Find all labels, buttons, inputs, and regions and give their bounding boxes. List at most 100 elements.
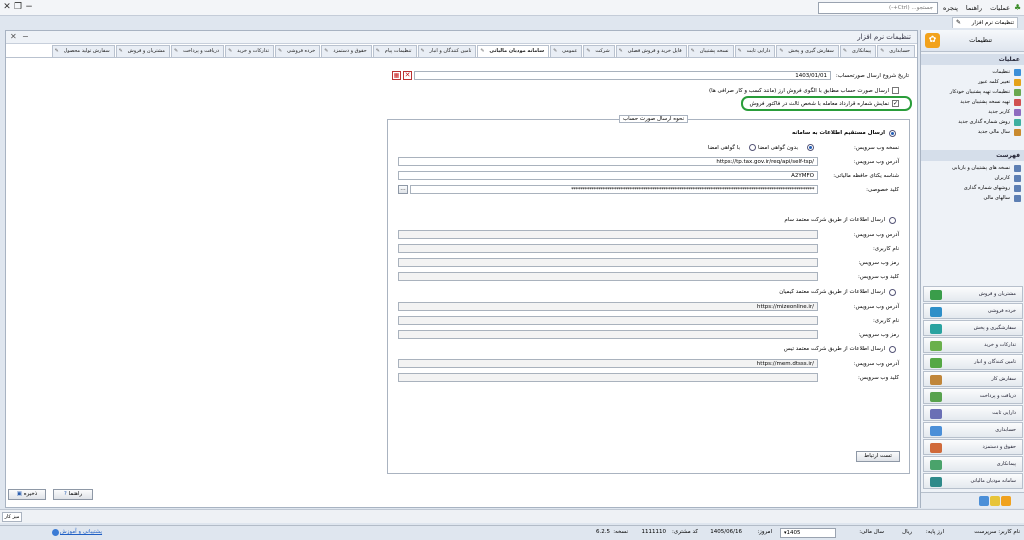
module-nav-button[interactable]: خرده فروشی <box>923 303 1023 319</box>
module-nav-button[interactable]: تدارکات و خرید <box>923 337 1023 353</box>
operation-item[interactable]: تنظیمات <box>921 67 1024 77</box>
test-connection-button[interactable]: تست ارتباط <box>856 451 900 462</box>
fx-pattern-checkbox[interactable] <box>892 87 899 94</box>
close-window-button[interactable]: ✕ <box>2 2 12 13</box>
tab-pin-icon[interactable]: ✎ <box>55 46 59 57</box>
tab-pin-icon[interactable]: ✎ <box>324 46 328 57</box>
tab-pin-icon[interactable]: ✎ <box>843 46 847 57</box>
kimia-radio[interactable] <box>889 289 896 296</box>
operation-item[interactable]: سال مالی جدید <box>921 127 1024 137</box>
operation-item[interactable]: کاربر جدید <box>921 107 1024 117</box>
tab-item[interactable]: شرکت ✎ <box>583 45 615 57</box>
kimia-url-field[interactable]: https://mizeonline.ir/ <box>398 302 818 311</box>
tab-item[interactable]: سامانه مودیان مالیاتی ✎ <box>477 45 550 57</box>
module-nav-button[interactable]: مشتریان و فروش <box>923 286 1023 302</box>
list-item[interactable]: نسخه های پشتیبان و بازیابی <box>921 163 1024 173</box>
sam-pass-field[interactable] <box>398 258 818 267</box>
tab-item[interactable]: نسخه پشتیبان ✎ <box>687 45 734 57</box>
kimia-user-field[interactable] <box>398 316 818 325</box>
direct-send-radio[interactable] <box>889 130 896 137</box>
with-cert-radio[interactable] <box>749 144 756 151</box>
module-nav-button[interactable]: دریافت و پرداخت <box>923 388 1023 404</box>
tab-pin-icon[interactable]: ✎ <box>779 46 783 57</box>
sam-url-field[interactable] <box>398 230 818 239</box>
tab-item[interactable]: عمومی ✎ <box>550 45 583 57</box>
tab-pin-icon[interactable]: ✎ <box>421 46 425 57</box>
module-nav-button[interactable]: تامین کنندگان و انبار <box>923 354 1023 370</box>
module-icon-c[interactable] <box>979 496 989 506</box>
tab-pin-icon[interactable]: ✎ <box>228 46 232 57</box>
tab-item[interactable]: حسابداری ✎ <box>877 45 915 57</box>
operation-item[interactable]: تهیه نسخه پشتیبان جدید <box>921 97 1024 107</box>
minimize-icon[interactable]: − <box>22 32 29 41</box>
tab-item[interactable]: حقوق و دستمزد ✎ <box>321 45 372 57</box>
tab-item[interactable]: تنظیمات پیام ✎ <box>372 45 417 57</box>
tab-item[interactable]: فایل خرید و فروش فصلی ✎ <box>615 45 687 57</box>
tis-key-field[interactable] <box>398 373 818 382</box>
module-nav-button[interactable]: پیمانکاری <box>923 456 1023 472</box>
restore-window-button[interactable]: ❐ <box>13 2 23 13</box>
tab-item[interactable]: مشتریان و فروش ✎ <box>115 45 170 57</box>
tab-pin-icon[interactable]: ✎ <box>376 46 380 57</box>
module-nav-button[interactable]: دارایی ثابت <box>923 405 1023 421</box>
ws-url-field[interactable]: https://tp.tax.gov.ir/req/api/self-tsp/ <box>398 157 818 166</box>
help-button[interactable]: راهنما ? <box>53 489 93 500</box>
sam-key-field[interactable] <box>398 272 818 281</box>
tab-pin-icon[interactable]: ✎ <box>691 46 695 57</box>
tab-item[interactable]: خرده فروشی ✎ <box>275 45 321 57</box>
tab-item[interactable]: سفارش گیری و پخش ✎ <box>776 45 839 57</box>
operation-item[interactable]: تغییر کلمه عبور <box>921 77 1024 87</box>
menu-operations[interactable]: عملیات <box>990 4 1010 12</box>
tis-url-field[interactable]: https://mem.dtsss.ir/ <box>398 359 818 368</box>
save-button[interactable]: ذخیره ▣ <box>8 489 46 500</box>
module-nav-button[interactable]: سامانه مودیان مالیاتی <box>923 473 1023 489</box>
module-nav-button[interactable]: حقوق و دستمزد <box>923 439 1023 455</box>
module-icon-a[interactable] <box>1001 496 1011 506</box>
module-icon-b[interactable] <box>990 496 1000 506</box>
operation-item[interactable]: روش شماره گذاری جدید <box>921 117 1024 127</box>
module-nav-button[interactable]: سفارش کار <box>923 371 1023 387</box>
kimia-pass-field[interactable] <box>398 330 818 339</box>
contract-number-checkbox[interactable]: ✓ <box>892 100 899 107</box>
tab-item[interactable]: دارایی ثابت ✎ <box>734 45 776 57</box>
tab-pin-icon[interactable]: ✎ <box>553 46 557 57</box>
start-date-field[interactable]: 1403/01/01 <box>414 71 831 80</box>
list-item[interactable]: سالهای مالی <box>921 193 1024 203</box>
memory-id-field[interactable]: A2YMFO <box>398 171 818 180</box>
tab-item[interactable]: سفارش تولید محصول ✎ <box>51 45 115 57</box>
minimize-window-button[interactable]: − <box>24 2 34 13</box>
no-cert-radio[interactable] <box>807 144 814 151</box>
tab-pin-icon[interactable]: ✎ <box>278 46 282 57</box>
fiscal-year-select[interactable]: 1405 ▾ <box>780 528 836 538</box>
tis-radio[interactable] <box>889 346 896 353</box>
list-item[interactable]: کاربران <box>921 173 1024 183</box>
tab-pin-icon[interactable]: ✎ <box>480 46 484 57</box>
close-icon[interactable]: ✕ <box>10 32 17 41</box>
desk-tab[interactable]: میز کار <box>2 512 22 522</box>
calendar-icon[interactable]: ▦ <box>392 71 401 80</box>
tab-pin-icon[interactable]: ✎ <box>619 46 623 57</box>
private-key-field[interactable]: ****************************************… <box>410 185 818 194</box>
tab-pin-icon[interactable]: ✎ <box>586 46 590 57</box>
operation-item[interactable]: تنظیمات تهیه پشتیبان خودکار <box>921 87 1024 97</box>
browse-key-button[interactable]: … <box>398 185 408 194</box>
tab-item[interactable]: تدارکات و خرید ✎ <box>225 45 275 57</box>
pin-icon[interactable]: ✎ <box>956 19 961 26</box>
tab-pin-icon[interactable]: ✎ <box>738 46 742 57</box>
tab-pin-icon[interactable]: ✎ <box>119 46 123 57</box>
clear-date-icon[interactable]: ✕ <box>403 71 412 80</box>
menu-help[interactable]: راهنما <box>966 4 982 12</box>
menu-window[interactable]: پنجره <box>943 4 958 12</box>
sam-radio[interactable] <box>889 217 896 224</box>
module-nav-button[interactable]: حسابداری <box>923 422 1023 438</box>
tab-pin-icon[interactable]: ✎ <box>880 46 884 57</box>
tab-item[interactable]: دریافت و پرداخت ✎ <box>170 45 225 57</box>
search-input[interactable]: جستجو... (Ctrl+-) <box>818 2 938 14</box>
tab-item[interactable]: پیمانکاری ✎ <box>839 45 877 57</box>
sam-user-field[interactable] <box>398 244 818 253</box>
tab-pin-icon[interactable]: ✎ <box>174 46 178 57</box>
module-nav-button[interactable]: سفارشگیری و پخش <box>923 320 1023 336</box>
list-item[interactable]: روشهای شماره گذاری <box>921 183 1024 193</box>
tab-item[interactable]: تامین کنندگان و انبار ✎ <box>417 45 477 57</box>
support-link[interactable]: پشتیبانی و آموزش <box>60 529 102 535</box>
